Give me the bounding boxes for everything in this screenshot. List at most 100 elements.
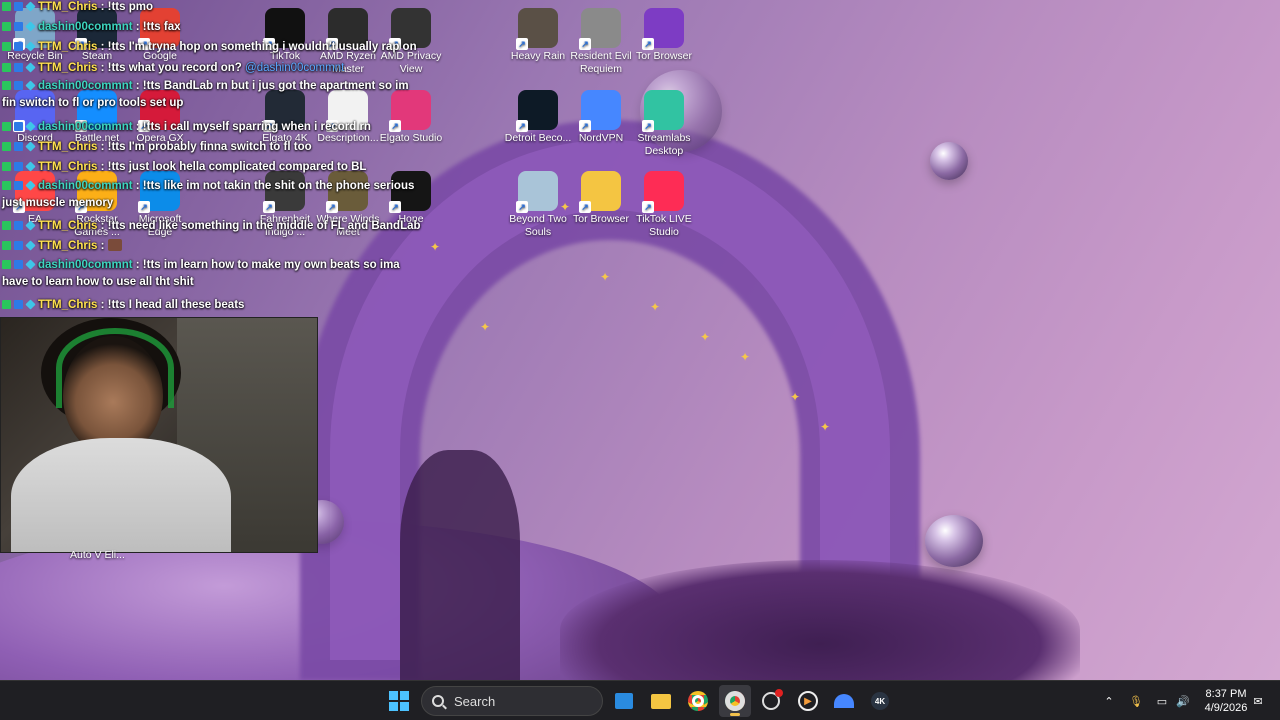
chat-username: TTM_Chris [38,299,98,311]
nordvpn-icon: ↗ [579,90,621,132]
desktop-icon-label: Tor Browser [572,213,629,225]
chat-badge-icon [14,162,23,171]
chat-message: TTM_Chris : !tts I'm probably finna swit… [2,137,312,157]
folder-icon [651,693,671,709]
chat-badge-icon [2,42,11,51]
chat-badge-icon [25,141,36,152]
chat-badge-icon [2,241,11,250]
microphone-tray-button[interactable]: 🎙 [1127,681,1145,720]
microphone-icon: 🎙 [1129,695,1143,708]
wallpaper-sparkle: ✦ [790,390,801,404]
taskbar-media-player-button[interactable]: ▶ [792,685,824,717]
shortcut-arrow-icon: ↗ [579,120,591,132]
nordvpn-icon [834,694,854,708]
shortcut-arrow-icon: ↗ [642,201,654,213]
wallpaper-shadow [400,450,520,680]
tiktok-live-icon: ↗ [642,171,684,213]
chat-badge-icon [2,181,11,190]
taskbar-search-box[interactable]: Search [421,686,603,716]
webcam-caption: Auto V Eli... [70,549,125,561]
chat-badge-icon [2,142,11,151]
search-icon [432,695,444,707]
chevron-up-icon: ⌃ [1104,695,1114,708]
chat-badge-icon [2,260,11,269]
chat-badge-icon [14,122,23,131]
taskbar-clock[interactable]: 8:37 PM 4/9/2026 [1196,687,1256,715]
chat-badge-icon [14,181,23,190]
chat-badge-icon [2,63,11,72]
chat-message: dashin00commnt : !tts im learn how to ma… [2,257,422,291]
taskbar-chrome-button[interactable] [682,685,714,717]
desktop-icon[interactable]: ↗ Tor Browser [629,4,699,63]
chat-badge-icon [14,241,23,250]
desktop-icon-label: Heavy Rain [510,50,566,62]
play-icon: ▶ [798,691,818,711]
chat-badge-icon [2,221,11,230]
desktop-icon[interactable]: ↗ Streamlabs Desktop [629,86,699,158]
chat-message: TTM_Chris : !tts pmo [2,0,153,17]
taskbar-elgato-4k-button[interactable]: 4K [864,685,896,717]
chat-badge-icon [14,300,23,309]
taskbar-streamlabs-button[interactable] [755,685,787,717]
chat-badge-icon [25,180,36,191]
desktop-icon-label: Tor Browser [635,50,692,62]
chat-badge-icon [2,22,11,31]
start-button[interactable] [383,685,415,717]
chat-text: : !tts I'm tryna hop on something i woul… [100,41,417,53]
desktop-icon-label: Streamlabs Desktop [637,132,691,157]
chat-badge-icon [14,22,23,31]
taskbar-store-button[interactable] [608,685,640,717]
chat-badge-icon [2,81,11,90]
network-tray-button[interactable]: ▭ [1153,681,1171,720]
chat-badge-icon [25,220,36,231]
heavy-rain-icon: ↗ [516,8,558,50]
streamlabs-recording-icon [762,689,783,710]
notifications-button[interactable]: ✉ [1250,681,1266,720]
webcam-headset [56,328,174,408]
desktop-icon[interactable]: ↗ Tor Browser [566,167,636,226]
shortcut-arrow-icon: ↗ [579,38,591,50]
chat-badge-icon [14,81,23,90]
shortcut-arrow-icon: ↗ [642,120,654,132]
chat-username: TTM_Chris [38,240,98,252]
desktop-icon[interactable]: ↗ Detroit Beco... [503,86,573,145]
chat-badge-icon [2,300,11,309]
chat-badge-icon [14,142,23,151]
desktop-icon[interactable]: ↗ Heavy Rain [503,4,573,63]
detroit-icon: ↗ [516,90,558,132]
taskbar-chrome-active-button[interactable] [719,685,751,717]
folder-icon: ↗ [579,171,621,213]
wallpaper-sparkle: ✦ [740,350,751,364]
chat-username: dashin00commnt [38,180,133,192]
chat-badge-icon [2,2,11,11]
chat-username: dashin00commnt [38,80,133,92]
desktop-icon[interactable]: ↗ NordVPN [566,86,636,145]
chat-message: dashin00commnt : !tts fax [2,17,181,37]
clock-date: 4/9/2026 [1204,702,1248,714]
taskbar-nordvpn-button[interactable] [828,685,860,717]
chat-badge-icon [25,41,36,52]
desktop-icon[interactable]: ↗ TikTok LIVE Studio [629,167,699,239]
chat-text: : [100,240,105,252]
volume-tray-button[interactable]: 🔊 [1174,681,1192,720]
desktop-icon-label: Beyond Two Souls [509,213,567,238]
chat-username: dashin00commnt [38,259,133,271]
tor-icon: ↗ [642,8,684,50]
clock-time: 8:37 PM [1205,688,1247,700]
chat-message: TTM_Chris : [2,236,122,256]
chat-message: TTM_Chris : !tts I'm tryna hop on someth… [2,37,417,57]
desktop-icon[interactable]: ↗ Resident Evil Requiem [566,4,636,76]
shortcut-arrow-icon: ↗ [389,120,401,132]
show-hidden-icons-button[interactable]: ⌃ [1100,681,1118,720]
network-icon: ▭ [1156,695,1168,708]
chat-message: TTM_Chris : !tts just look hella complic… [2,157,366,177]
chat-username: TTM_Chris [38,62,98,74]
search-placeholder: Search [454,693,496,709]
webcam-person-shirt [11,438,231,552]
taskbar-file-explorer-button[interactable] [645,685,677,717]
shortcut-arrow-icon: ↗ [579,201,591,213]
desktop-icon[interactable]: ↗ Beyond Two Souls [503,167,573,239]
wallpaper-sparkle: ✦ [600,270,611,284]
elgato-4k-icon: 4K [871,692,889,710]
shortcut-arrow-icon: ↗ [642,38,654,50]
